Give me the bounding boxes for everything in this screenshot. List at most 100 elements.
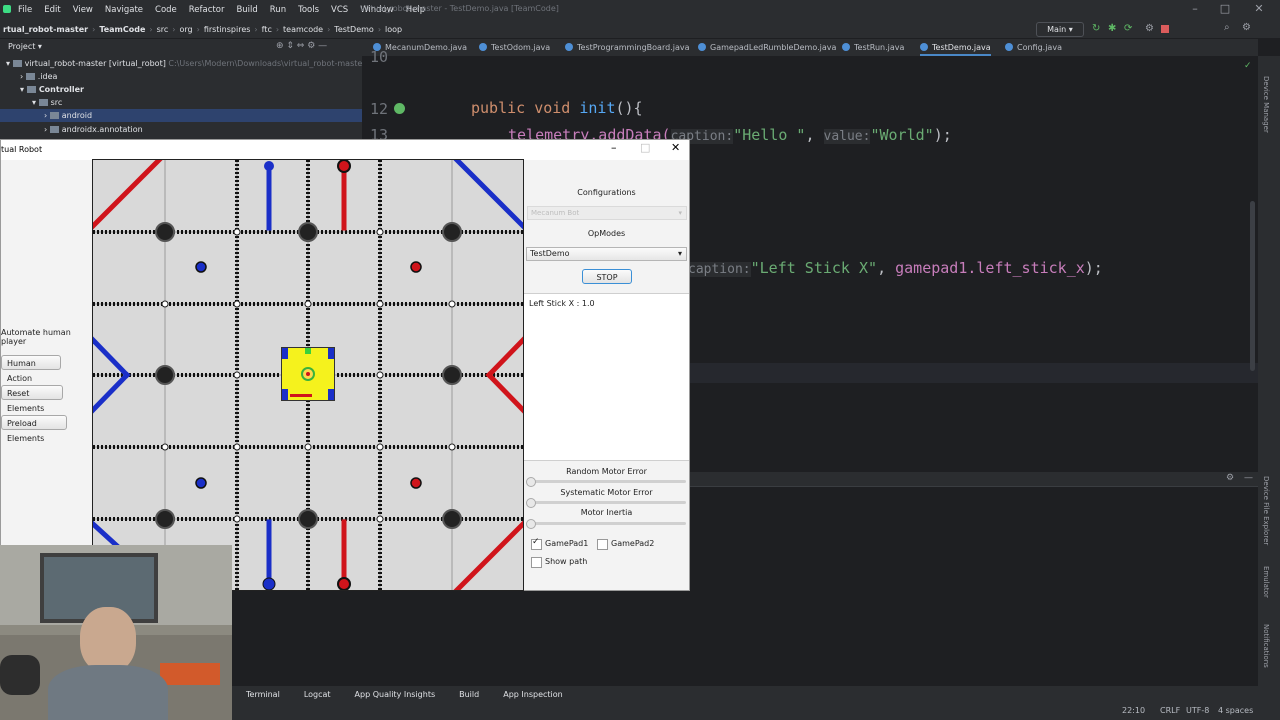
breadcrumb-org[interactable]: org xyxy=(176,25,195,34)
breadcrumb-class[interactable]: TestDemo xyxy=(331,25,377,34)
breadcrumb-project[interactable]: rtual_robot-master xyxy=(0,25,91,34)
sync-icon[interactable]: ↻ xyxy=(1092,23,1100,34)
folder-icon xyxy=(25,73,35,80)
motor-inertia-label: Motor Inertia xyxy=(580,508,633,517)
random-motor-error-slider[interactable] xyxy=(526,477,686,487)
preload-elements-button[interactable]: Preload Elements xyxy=(1,415,67,443)
stop-button[interactable]: STOP xyxy=(582,269,632,284)
logcat-tab[interactable]: Logcat xyxy=(290,690,341,699)
breadcrumb-teamcode[interactable]: teamcode xyxy=(280,25,326,34)
opmodes-label: OpModes xyxy=(587,229,626,238)
human-action-button[interactable]: Human Action xyxy=(1,355,61,383)
tab-gamepadledrumbledemo[interactable]: GamepadLedRumbleDemo.java xyxy=(698,39,836,56)
tab-testodom[interactable]: TestOdom.java xyxy=(479,39,550,56)
slider-thumb[interactable] xyxy=(526,519,536,529)
app-inspection-tab[interactable]: App Inspection xyxy=(489,690,573,699)
line-separator[interactable]: CRLF xyxy=(1160,706,1180,715)
systematic-motor-error-label: Systematic Motor Error xyxy=(560,488,653,497)
reset-elements-button[interactable]: Reset Elements xyxy=(1,385,63,413)
slider-thumb[interactable] xyxy=(526,477,536,487)
panel-hide-icon[interactable]: — xyxy=(1244,473,1253,483)
sim-minimize-icon[interactable]: – xyxy=(611,141,617,154)
maximize-icon[interactable]: □ xyxy=(1210,2,1240,15)
tree-item-src[interactable]: ▾ src xyxy=(32,96,62,109)
minimize-icon[interactable]: – xyxy=(1180,2,1210,15)
search-icon[interactable]: ⌕ xyxy=(1224,22,1230,33)
systematic-motor-error-slider[interactable] xyxy=(526,498,686,508)
gamepad1-checkbox[interactable]: ✓ xyxy=(531,537,542,550)
java-class-icon xyxy=(479,43,487,51)
attach-icon[interactable]: ⚙ xyxy=(1145,23,1154,34)
breadcrumb-module[interactable]: TeamCode xyxy=(96,25,148,34)
notifications-tab[interactable]: Notifications xyxy=(1262,624,1270,668)
stop-run-icon[interactable] xyxy=(1161,25,1169,33)
tab-testdemo[interactable]: TestDemo.java xyxy=(920,39,991,56)
breadcrumb-method[interactable]: loop xyxy=(382,25,405,34)
tab-testrun[interactable]: TestRun.java xyxy=(842,39,904,56)
code-end: ); xyxy=(933,126,952,144)
breadcrumb-src[interactable]: src xyxy=(154,25,172,34)
code-signature-rest: (){ xyxy=(615,99,643,117)
tree-item-root[interactable]: ▾ virtual_robot-master [virtual_robot] C… xyxy=(6,57,387,70)
close-icon[interactable]: ✕ xyxy=(1244,2,1274,15)
menu-view[interactable]: View xyxy=(67,5,99,15)
editor-scrollbar[interactable] xyxy=(1250,201,1255,371)
menu-refactor[interactable]: Refactor xyxy=(183,5,231,15)
slider-thumb[interactable] xyxy=(526,498,536,508)
tab-testprogrammingboard[interactable]: TestProgrammingBoard.java xyxy=(565,39,690,56)
caret-position[interactable]: 22:10 xyxy=(1122,706,1145,715)
code-string: "Hello " xyxy=(733,126,806,144)
breadcrumb-ftc[interactable]: ftc xyxy=(259,25,275,34)
java-class-icon xyxy=(842,43,850,51)
debug-icon[interactable]: ✱ xyxy=(1108,23,1116,34)
device-manager-tab[interactable]: Device Manager xyxy=(1262,76,1270,133)
emulator-tab[interactable]: Emulator xyxy=(1262,566,1270,598)
inspection-ok-icon[interactable]: ✓ xyxy=(1244,61,1252,71)
robot-wheel xyxy=(282,348,288,359)
run-icon[interactable]: ⟳ xyxy=(1124,23,1132,34)
opmode-select[interactable]: TestDemo ▾ xyxy=(526,247,687,261)
motor-inertia-slider[interactable] xyxy=(526,519,686,529)
project-view-selector[interactable]: Project ▾ xyxy=(8,42,42,51)
tree-label: Controller xyxy=(38,85,84,94)
menu-vcs[interactable]: VCS xyxy=(325,5,354,15)
menu-build[interactable]: Build xyxy=(230,5,263,15)
project-toolbar-icons[interactable]: ⊕ ⇕ ⇔ ⚙ — xyxy=(276,41,327,51)
tree-item-android[interactable]: › android xyxy=(0,109,362,122)
device-file-explorer-tab[interactable]: Device File Explorer xyxy=(1262,476,1270,545)
tree-item-androidx[interactable]: › androidx.annotation xyxy=(44,123,143,136)
menu-run[interactable]: Run xyxy=(264,5,292,15)
file-encoding[interactable]: UTF-8 xyxy=(1186,706,1209,715)
sim-close-icon[interactable]: ✕ xyxy=(671,141,680,154)
game-field[interactable] xyxy=(92,159,524,591)
code-gamepad: gamepad1 xyxy=(895,259,968,277)
menu-navigate[interactable]: Navigate xyxy=(99,5,149,15)
checkmark-icon: ✓ xyxy=(532,537,540,547)
gamepad2-label: GamePad2 xyxy=(611,539,655,548)
settings-gear-icon[interactable]: ⚙ xyxy=(1242,22,1251,33)
terminal-tab[interactable]: Terminal xyxy=(232,690,290,699)
menu-tools[interactable]: Tools xyxy=(292,5,325,15)
tree-item-idea[interactable]: › .idea xyxy=(20,70,57,83)
robot[interactable] xyxy=(281,347,335,401)
breadcrumb-firstinspires[interactable]: firstinspires xyxy=(201,25,254,34)
indent-setting[interactable]: 4 spaces xyxy=(1218,706,1253,715)
show-path-checkbox[interactable] xyxy=(531,557,542,568)
run-config-select[interactable]: Main ▾ xyxy=(1036,22,1084,37)
robot-front-marker xyxy=(305,348,311,354)
build-tab[interactable]: Build xyxy=(445,690,489,699)
menu-code[interactable]: Code xyxy=(149,5,183,15)
tree-item-controller[interactable]: ▾ Controller xyxy=(20,83,84,96)
robot-wheel xyxy=(328,389,334,400)
tab-config[interactable]: Config.java xyxy=(1005,39,1062,56)
sim-left-pane: Automate human player Human Action Reset… xyxy=(1,160,92,590)
app-quality-insights-tab[interactable]: App Quality Insights xyxy=(341,690,446,699)
menu-edit[interactable]: Edit xyxy=(38,5,66,15)
telemetry-line: Left Stick X : 1.0 xyxy=(529,299,595,308)
override-marker-icon[interactable] xyxy=(394,103,405,114)
bottom-panel-header: ⚙ — xyxy=(690,472,1258,486)
gamepad2-checkbox[interactable] xyxy=(597,539,608,550)
tab-label: TestProgrammingBoard.java xyxy=(577,43,690,52)
panel-settings-gear-icon[interactable]: ⚙ xyxy=(1226,473,1234,483)
param-hint: caption: xyxy=(688,262,751,277)
